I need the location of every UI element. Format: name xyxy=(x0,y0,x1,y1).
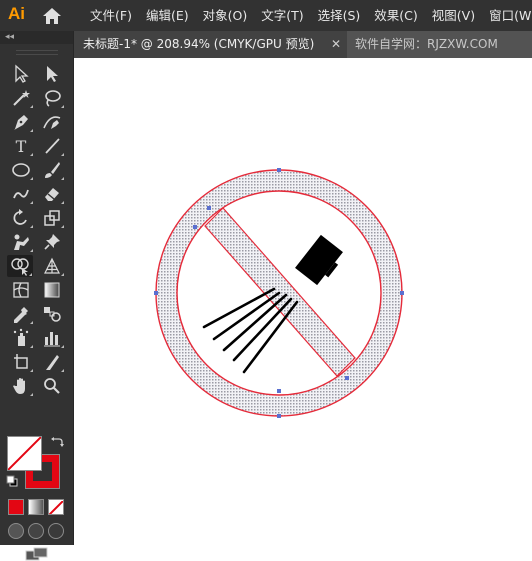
draw-normal-icon[interactable] xyxy=(8,523,24,539)
column-graph-tool-icon[interactable] xyxy=(39,327,65,349)
collapse-icon[interactable]: ◂◂ xyxy=(5,31,14,44)
ellipse-tool-icon[interactable] xyxy=(8,159,34,181)
artboard-canvas[interactable] xyxy=(74,58,532,545)
blend-tool-icon[interactable] xyxy=(39,303,65,325)
color-mode-button[interactable] xyxy=(8,499,24,515)
artboard-tool-icon[interactable] xyxy=(8,351,34,373)
default-fill-stroke-icon[interactable] xyxy=(6,475,18,487)
menu-file[interactable]: 文件(F) xyxy=(90,0,132,31)
close-icon[interactable]: ✕ xyxy=(331,31,341,58)
watermark-text: 软件自学网：RJZXW.COM xyxy=(355,37,498,51)
menu-edit[interactable]: 编辑(E) xyxy=(146,0,189,31)
eraser-tool-icon[interactable] xyxy=(39,183,65,205)
none-slash-icon xyxy=(8,437,41,470)
symbol-sprayer-tool-icon[interactable] xyxy=(8,327,34,349)
menu-view[interactable]: 视图(V) xyxy=(432,0,475,31)
none-mode-button[interactable] xyxy=(48,499,64,515)
scale-tool-icon[interactable] xyxy=(39,207,65,229)
panel-grip[interactable] xyxy=(16,50,58,55)
zoom-tool-icon[interactable] xyxy=(39,375,65,397)
menu-list: 文件(F) 编辑(E) 对象(O) 文字(T) 选择(S) 效果(C) 视图(V… xyxy=(90,0,532,31)
curvature-tool-icon[interactable] xyxy=(39,111,65,133)
magic-wand-tool-icon[interactable] xyxy=(8,87,34,109)
gradient-mode-button[interactable] xyxy=(28,499,44,515)
app-logo: Ai xyxy=(8,4,25,23)
pen-tool-icon[interactable] xyxy=(8,111,34,133)
menu-bar: Ai 文件(F) 编辑(E) 对象(O) 文字(T) 选择(S) 效果(C) 视… xyxy=(0,0,532,31)
document-tab-title: 未标题-1* @ 208.94% (CMYK/GPU 预览) xyxy=(83,37,315,51)
tools-panel: ◂◂ T xyxy=(0,31,74,561)
menu-effect[interactable]: 效果(C) xyxy=(374,0,417,31)
hand-tool-icon[interactable] xyxy=(8,375,34,397)
shaper-tool-icon[interactable] xyxy=(8,183,34,205)
line-segment-tool-icon[interactable] xyxy=(39,135,65,157)
screen-mode-icon[interactable] xyxy=(25,547,49,561)
fill-color-swatch[interactable] xyxy=(7,436,42,471)
direct-selection-tool-icon[interactable] xyxy=(39,63,65,85)
no-spraying-sign-artwork[interactable] xyxy=(74,58,532,545)
eyedropper-tool-icon[interactable] xyxy=(8,303,34,325)
menu-window[interactable]: 窗口(W) xyxy=(489,0,532,31)
perspective-grid-tool-icon[interactable] xyxy=(39,255,65,277)
shape-builder-tool-icon[interactable] xyxy=(7,255,33,277)
draw-inside-icon[interactable] xyxy=(48,523,64,539)
paintbrush-tool-icon[interactable] xyxy=(39,159,65,181)
selection-tool-icon[interactable] xyxy=(8,63,34,85)
gradient-tool-icon[interactable] xyxy=(39,279,65,301)
draw-behind-icon[interactable] xyxy=(28,523,44,539)
type-tool-icon[interactable]: T xyxy=(8,135,34,157)
menu-select[interactable]: 选择(S) xyxy=(318,0,361,31)
home-icon[interactable] xyxy=(42,7,62,25)
rotate-tool-icon[interactable] xyxy=(8,207,34,229)
type-tool-glyph: T xyxy=(15,136,27,156)
menu-type[interactable]: 文字(T) xyxy=(261,0,303,31)
slice-tool-icon[interactable] xyxy=(39,351,65,373)
mesh-tool-icon[interactable] xyxy=(8,279,34,301)
menu-object[interactable]: 对象(O) xyxy=(203,0,248,31)
panel-collapse-handle[interactable]: ◂◂ xyxy=(0,31,73,44)
none-slash-icon xyxy=(49,500,63,514)
document-tab-bar: 未标题-1* @ 208.94% (CMYK/GPU 预览) ✕ 软件自学网：R… xyxy=(74,31,532,58)
puppet-warp-tool-icon[interactable] xyxy=(8,231,34,253)
pin-tool-icon[interactable] xyxy=(39,231,65,253)
document-tab[interactable]: 未标题-1* @ 208.94% (CMYK/GPU 预览) ✕ xyxy=(74,31,347,58)
lasso-tool-icon[interactable] xyxy=(39,87,65,109)
swap-fill-stroke-icon[interactable] xyxy=(50,435,64,449)
